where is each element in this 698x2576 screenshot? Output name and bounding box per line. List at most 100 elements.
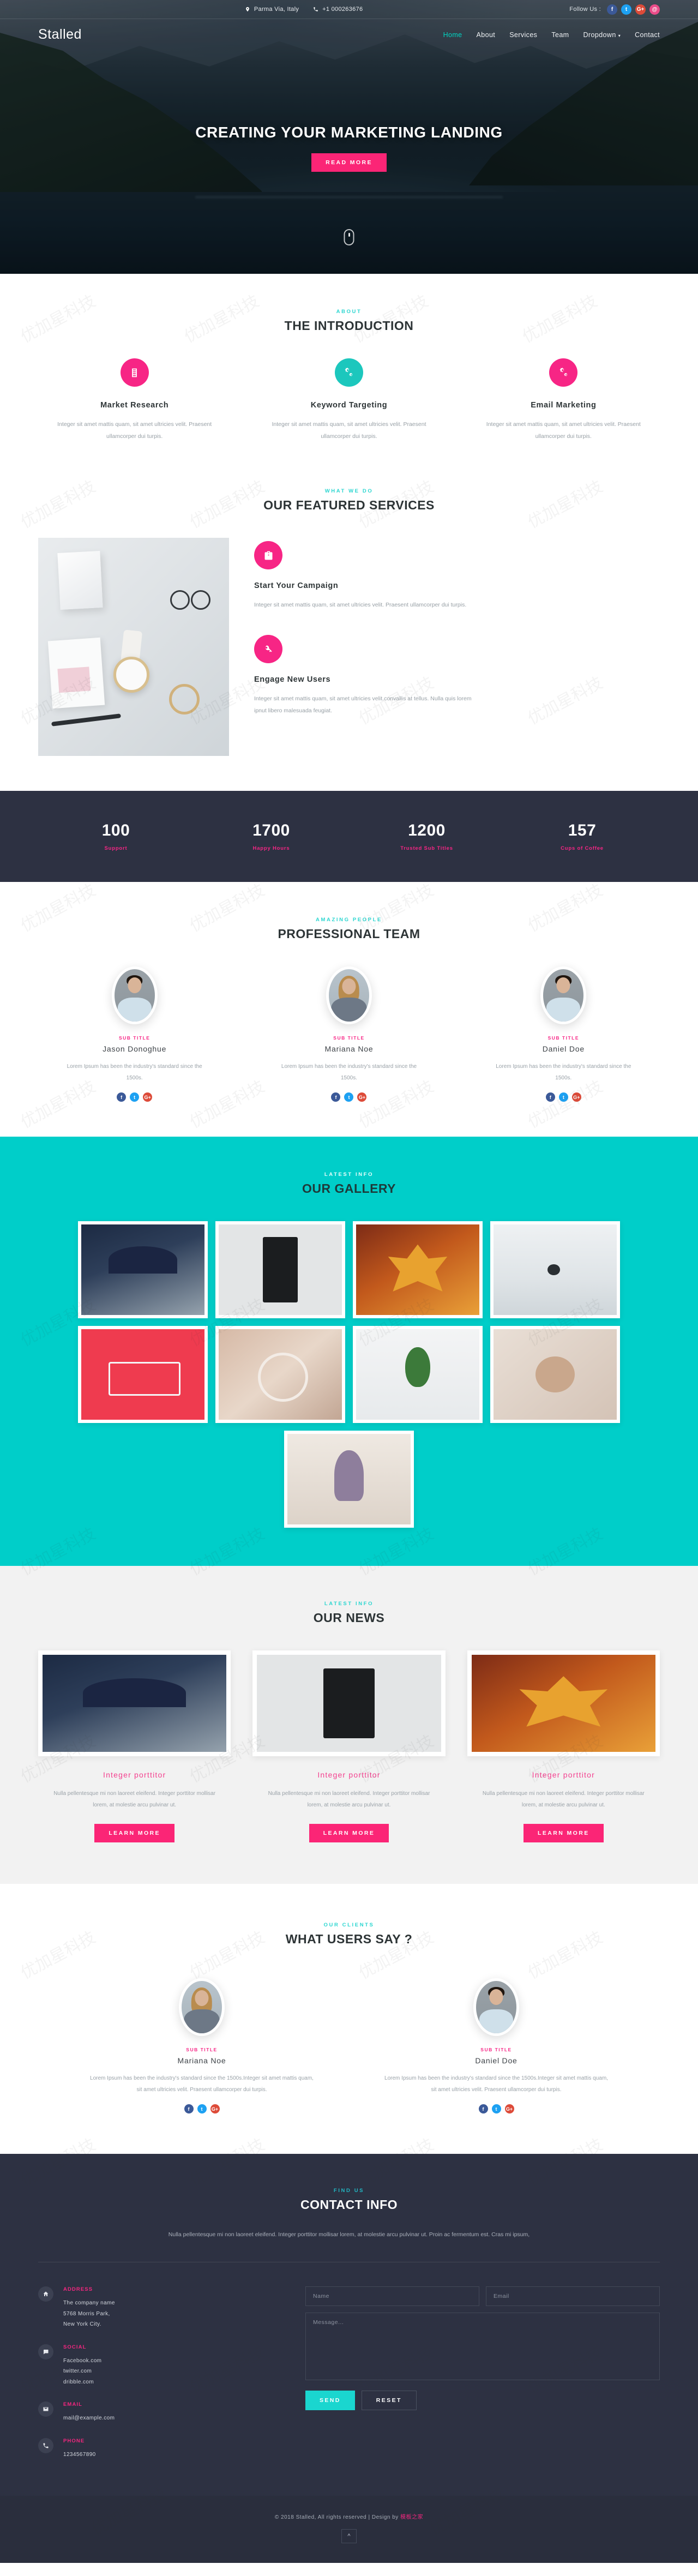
back-to-top-button[interactable]: ^ [341,2529,357,2544]
gallery-item[interactable] [215,1221,345,1319]
news-learn-more-button[interactable]: LEARN MORE [94,1824,174,1843]
testimonial-subtitle: SUB TITLE [186,2047,218,2053]
nav-item-dropdown[interactable]: Dropdown ▾ [583,31,621,39]
news-thumbnail[interactable] [38,1650,231,1757]
contact-subtitle: FIND US [333,2188,365,2194]
avatar [473,1978,519,2037]
service-item-text: Integer sit amet mattis quam, sit amet u… [254,695,472,714]
cogs-icon [549,358,578,387]
site-logo[interactable]: Stalled [38,27,82,43]
gallery-item[interactable] [78,1221,208,1319]
page-root: Parma Via, Italy +1 000263676 Follow Us … [0,0,698,2563]
name-input[interactable] [305,2286,479,2307]
team-facebook-icon[interactable]: f [331,1092,341,1102]
team-twitter-icon[interactable]: t [558,1092,568,1102]
service-item-text: Integer sit amet mattis quam, sit amet u… [254,602,467,609]
message-textarea[interactable] [305,2313,660,2381]
intro-card-title: Market Research [100,401,169,410]
hero-title: CREATING YOUR MARKETING LANDING [195,124,503,141]
testimonial-googleplus-icon[interactable]: G+ [210,2104,220,2114]
gallery-item[interactable] [490,1326,620,1424]
phone-value[interactable]: 1234567890 [63,2449,96,2460]
chart-bar-icon [120,358,149,387]
counter-number: 1700 [252,821,290,840]
intro-card-text: Integer sit amet mattis quam, sit amet u… [272,421,426,440]
testimonial-facebook-icon[interactable]: f [184,2104,194,2114]
team-googleplus-icon[interactable]: G+ [357,1092,367,1102]
team-twitter-icon[interactable]: t [130,1092,140,1102]
reset-button[interactable]: RESET [361,2391,417,2411]
nav-item-contact[interactable]: Contact [635,31,660,39]
team-facebook-icon[interactable]: f [117,1092,127,1102]
social-link-twitter[interactable]: twitter.com [63,2366,101,2377]
contact-heading: PHONE [63,2437,85,2444]
intro-title: THE INTRODUCTION [284,319,414,333]
testimonial-twitter-icon[interactable]: t [491,2104,501,2114]
testimonial-googleplus-icon[interactable]: G+ [504,2104,514,2114]
team-title: PROFESSIONAL TEAM [278,927,420,941]
news-card-title: Integer porttitor [532,1770,595,1780]
designer-credit[interactable]: 模板之家 [400,2514,423,2520]
news-learn-more-button[interactable]: LEARN MORE [309,1824,389,1843]
gallery-item[interactable] [284,1431,414,1528]
nav-item-home[interactable]: Home [443,31,462,39]
contact-details: ADDRESS The company name 5768 Morris Par… [38,2286,267,2474]
avatar [540,966,587,1025]
testimonial-twitter-icon[interactable]: t [197,2104,207,2114]
contact-body: Facebook.com twitter.com dribble.com [63,2356,101,2388]
map-marker-icon [245,7,249,12]
contact-body: The company name 5768 Morris Park, New Y… [63,2298,115,2330]
social-link-dribbble[interactable]: dribble.com [63,2377,101,2388]
team-subtitle: AMAZING PEOPLE [316,917,382,923]
news-learn-more-button[interactable]: LEARN MORE [524,1824,604,1843]
team-member-card: SUB TITLE Mariana Noe Lorem Ipsum has be… [252,966,445,1102]
gallery-title: OUR GALLERY [302,1181,396,1196]
team-googleplus-icon[interactable]: G+ [571,1092,581,1102]
topbar-phone: +1 000263676 [313,6,363,13]
topbar-location-text: Parma Via, Italy [254,6,299,13]
nav-item-services[interactable]: Services [509,31,537,39]
testimonial-facebook-icon[interactable]: f [478,2104,488,2114]
gallery-item[interactable] [353,1221,483,1319]
social-link-facebook[interactable]: Facebook.com [63,2356,101,2367]
intro-card-text: Integer sit amet mattis quam, sit amet u… [57,421,212,440]
gallery-item[interactable] [78,1326,208,1424]
email-value[interactable]: mail@example.com [63,2413,115,2424]
intro-card-title: Keyword Targeting [310,401,388,410]
nav-dropdown-label: Dropdown [583,31,616,39]
gallery-item[interactable] [490,1221,620,1319]
service-item-title: Engage New Users [254,675,331,684]
comment-icon [38,2344,53,2359]
scroll-down-indicator[interactable] [344,229,354,245]
team-facebook-icon[interactable]: f [545,1092,555,1102]
topbar-dribbble-icon[interactable]: @ [649,4,660,15]
news-thumbnail[interactable] [252,1650,446,1757]
news-thumbnail[interactable] [467,1650,660,1757]
topbar-facebook-icon[interactable]: f [607,4,617,15]
nav-item-team[interactable]: Team [551,31,569,39]
gallery-item[interactable] [215,1326,345,1424]
contact-section: FIND US CONTACT INFO Nulla pellentesque … [0,2154,698,2496]
intro-subtitle: ABOUT [336,309,362,315]
phone-icon [314,7,318,11]
news-section: LATEST INFO OUR NEWS Integer porttitor N… [0,1566,698,1884]
main-navigation: Stalled Home About Services Team Dropdow… [0,19,698,50]
counter-item: 157 Cups of Coffee [504,821,660,851]
topbar-location: Parma Via, Italy [245,6,299,13]
hero-read-more-button[interactable]: READ MORE [311,153,387,172]
topbar-twitter-icon[interactable]: t [621,4,631,15]
testimonial-card: SUB TITLE Daniel Doe Lorem Ipsum has bee… [365,1978,627,2114]
contact-heading: ADDRESS [63,2286,93,2293]
phone-icon [38,2437,53,2453]
team-twitter-icon[interactable]: t [344,1092,354,1102]
briefcase-icon [254,541,282,570]
counter-item: 1700 Happy Hours [194,821,349,851]
team-member-subtitle: SUB TITLE [547,1035,580,1041]
team-googleplus-icon[interactable]: G+ [143,1092,153,1102]
team-member-name: Jason Donoghue [103,1044,167,1054]
nav-item-about[interactable]: About [477,31,496,39]
send-button[interactable]: SEND [305,2391,355,2411]
email-input[interactable] [486,2286,660,2307]
gallery-item[interactable] [353,1326,483,1424]
topbar-googleplus-icon[interactable]: G+ [635,4,646,15]
